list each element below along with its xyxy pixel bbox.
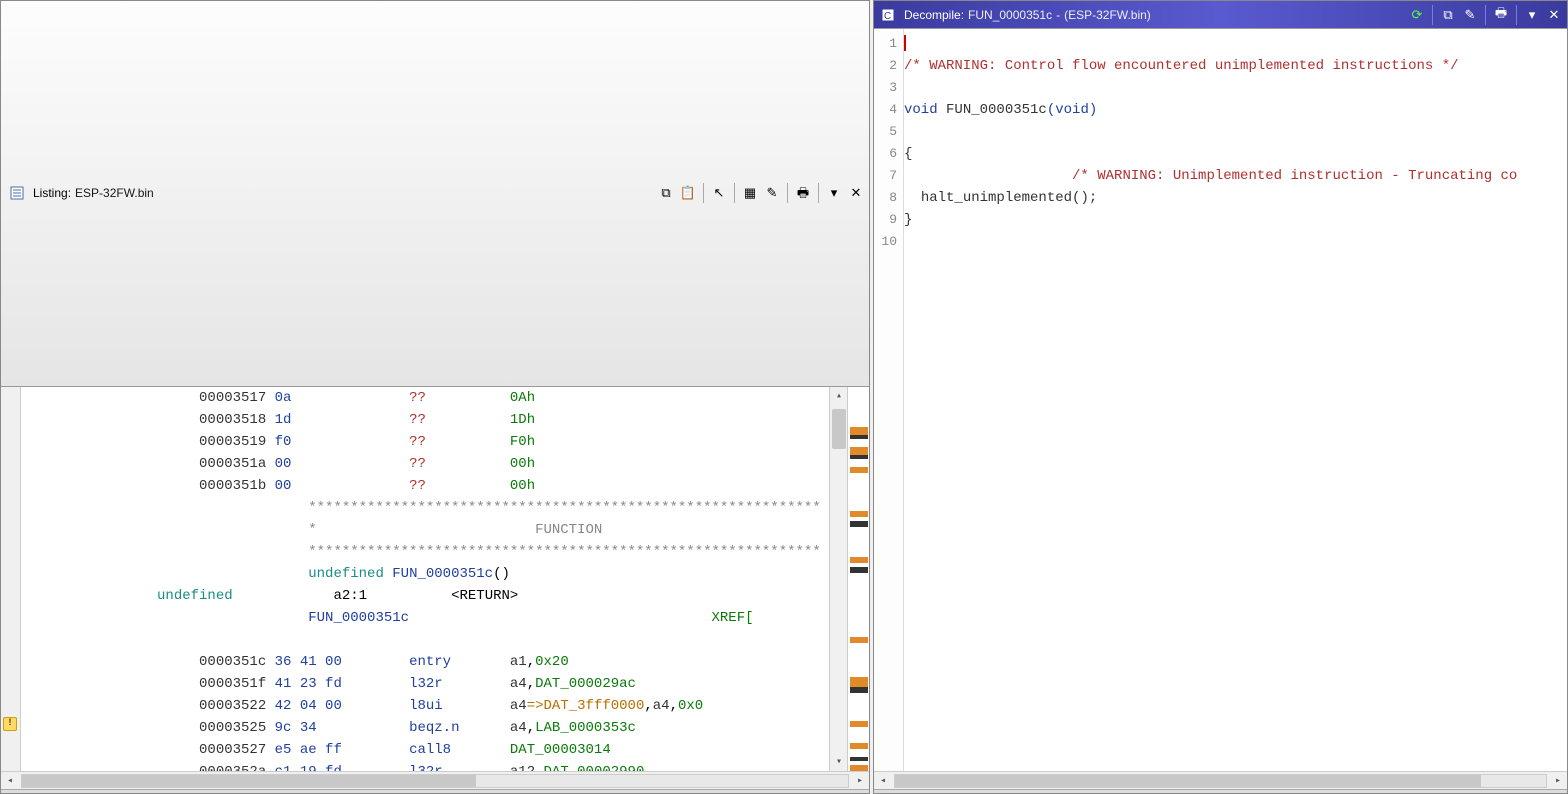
overview-ruler[interactable] bbox=[847, 387, 869, 772]
listing-body: ! ! ! ! ! 00003517 0a ?? 0Ah 00003518 1d… bbox=[1, 387, 869, 772]
field-edit-button[interactable]: ✎ bbox=[761, 182, 783, 204]
refresh-button[interactable]: ⟳ bbox=[1406, 4, 1428, 26]
line-number: 9 bbox=[874, 209, 897, 231]
menu-button[interactable]: ▾ bbox=[823, 182, 845, 204]
copy-icon: ⧉ bbox=[1443, 7, 1452, 23]
decompile-body: 12345678910 /* WARNING: Control flow enc… bbox=[874, 29, 1567, 771]
menu-button[interactable]: ▾ bbox=[1521, 4, 1543, 26]
decompile-titlebar: C Decompile: FUN_0000351c - (ESP-32FW.bi… bbox=[874, 1, 1567, 29]
close-icon: ✕ bbox=[851, 182, 862, 204]
hscroll-thumb[interactable] bbox=[22, 775, 476, 787]
edit-icon: ✎ bbox=[767, 182, 778, 204]
svg-text:C: C bbox=[884, 11, 891, 22]
warning-marker[interactable]: ! bbox=[3, 717, 17, 731]
marker-gutter: ! ! ! ! ! bbox=[1, 387, 21, 772]
close-button[interactable]: ✕ bbox=[1543, 4, 1565, 26]
printer-icon: 🖶 bbox=[797, 182, 809, 204]
cursor-icon: ↖ bbox=[714, 182, 725, 204]
listing-panel: Listing: ESP-32FW.bin ⧉ 📋 ↖ ▦ ✎ 🖶 ▾ ✕ ! … bbox=[0, 0, 870, 794]
listing-filename: ESP-32FW.bin bbox=[75, 182, 154, 204]
line-number: 5 bbox=[874, 121, 897, 143]
refresh-icon: ⟳ bbox=[1412, 7, 1423, 23]
decompile-title-prefix: Decompile: bbox=[904, 8, 964, 22]
line-number: 8 bbox=[874, 187, 897, 209]
vertical-scrollbar[interactable]: ▴ ▾ bbox=[829, 387, 847, 772]
branch-gutter bbox=[21, 387, 111, 772]
line-number: 3 bbox=[874, 77, 897, 99]
assembly-listing[interactable]: 00003517 0a ?? 0Ah 00003518 1d ?? 1Dh 00… bbox=[111, 387, 829, 772]
line-number: 10 bbox=[874, 231, 897, 253]
scroll-up-arrow[interactable]: ▴ bbox=[830, 387, 848, 405]
line-number-gutter: 12345678910 bbox=[874, 29, 904, 771]
decompile-func-name: FUN_0000351c bbox=[968, 8, 1052, 22]
scroll-thumb[interactable] bbox=[832, 409, 846, 449]
decompile-filename: (ESP-32FW.bin) bbox=[1064, 8, 1151, 22]
line-number: 7 bbox=[874, 165, 897, 187]
decompile-panel: C Decompile: FUN_0000351c - (ESP-32FW.bi… bbox=[873, 0, 1568, 794]
listing-icon bbox=[9, 185, 25, 201]
scroll-left-arrow[interactable]: ◂ bbox=[874, 772, 892, 790]
line-number: 1 bbox=[874, 33, 897, 55]
printer-icon: 🖶 bbox=[1495, 4, 1507, 26]
table-view-button[interactable]: ▦ bbox=[739, 182, 761, 204]
line-number: 6 bbox=[874, 143, 897, 165]
listing-title-prefix: Listing: bbox=[33, 182, 71, 204]
scroll-right-arrow[interactable]: ▸ bbox=[851, 772, 869, 790]
cursor-mode-button[interactable]: ↖ bbox=[708, 182, 730, 204]
print-button[interactable]: 🖶 bbox=[792, 182, 814, 204]
close-icon: ✕ bbox=[1549, 7, 1560, 23]
edit-icon: ✎ bbox=[1465, 7, 1476, 23]
paste-button[interactable]: 📋 bbox=[677, 182, 699, 204]
chevron-down-icon: ▾ bbox=[1529, 7, 1536, 23]
scroll-down-arrow[interactable]: ▾ bbox=[830, 753, 848, 771]
copy-button[interactable]: ⧉ bbox=[655, 182, 677, 204]
paste-icon: 📋 bbox=[680, 182, 696, 204]
line-number: 2 bbox=[874, 55, 897, 77]
scroll-right-arrow[interactable]: ▸ bbox=[1549, 772, 1567, 790]
line-number: 4 bbox=[874, 99, 897, 121]
print-button[interactable]: 🖶 bbox=[1490, 4, 1512, 26]
copy-icon: ⧉ bbox=[661, 182, 670, 204]
scroll-left-arrow[interactable]: ◂ bbox=[1, 772, 19, 790]
horizontal-scrollbar[interactable]: ◂ ▸ bbox=[1, 771, 869, 789]
decompile-icon: C bbox=[880, 7, 896, 23]
table-icon: ▦ bbox=[744, 182, 756, 204]
close-button[interactable]: ✕ bbox=[845, 182, 867, 204]
copy-button[interactable]: ⧉ bbox=[1437, 4, 1459, 26]
listing-titlebar: Listing: ESP-32FW.bin ⧉ 📋 ↖ ▦ ✎ 🖶 ▾ ✕ bbox=[1, 1, 869, 387]
chevron-down-icon: ▾ bbox=[831, 182, 838, 204]
decompile-sep: - bbox=[1056, 8, 1060, 22]
decompiled-code[interactable]: /* WARNING: Control flow encountered uni… bbox=[904, 29, 1567, 771]
horizontal-scrollbar[interactable]: ◂ ▸ bbox=[874, 771, 1567, 789]
edit-button[interactable]: ✎ bbox=[1459, 4, 1481, 26]
hscroll-thumb[interactable] bbox=[895, 775, 1481, 787]
